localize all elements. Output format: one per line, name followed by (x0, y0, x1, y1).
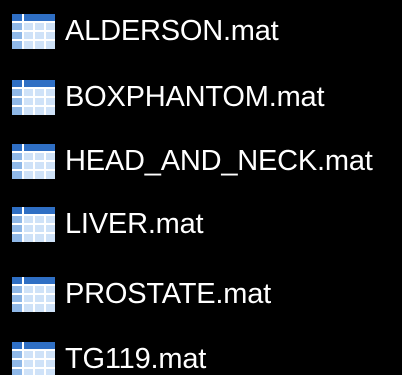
file-item-head-and-neck[interactable]: HEAD_AND_NECK.mat (0, 130, 402, 192)
table-icon (12, 79, 55, 115)
file-name: BOXPHANTOM.mat (65, 80, 325, 113)
file-item-prostate[interactable]: PROSTATE.mat (0, 263, 402, 325)
file-item-liver[interactable]: LIVER.mat (0, 193, 402, 255)
file-list: ALDERSON.mat BOXPHANTOM.mat HEAD_AND_NEC… (0, 0, 402, 375)
table-icon (12, 206, 55, 242)
file-item-boxphantom[interactable]: BOXPHANTOM.mat (0, 66, 402, 128)
table-icon (12, 276, 55, 312)
file-name: TG119.mat (65, 342, 207, 375)
table-icon (12, 341, 55, 375)
file-item-alderson[interactable]: ALDERSON.mat (0, 0, 402, 62)
file-name: PROSTATE.mat (65, 277, 271, 310)
file-name: ALDERSON.mat (65, 14, 279, 47)
table-icon (12, 13, 55, 49)
file-item-tg119[interactable]: TG119.mat (0, 328, 402, 375)
file-name: HEAD_AND_NECK.mat (65, 144, 373, 177)
table-icon (12, 143, 55, 179)
file-name: LIVER.mat (65, 207, 204, 240)
